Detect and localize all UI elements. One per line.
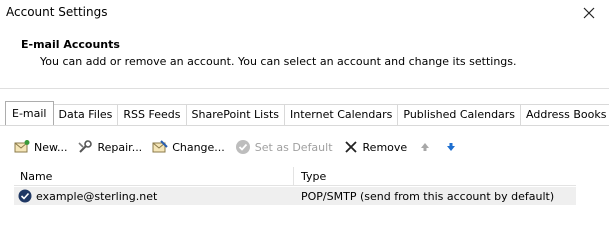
close-button[interactable] bbox=[578, 3, 600, 23]
header-divider bbox=[0, 88, 609, 89]
account-name-cell: example@sterling.net bbox=[36, 190, 158, 203]
arrow-down-icon bbox=[443, 139, 459, 155]
change-button-label: Change... bbox=[172, 140, 225, 154]
new-mail-icon bbox=[14, 139, 30, 155]
tab-email[interactable]: E-mail bbox=[5, 101, 54, 125]
set-default-button[interactable]: Set as Default bbox=[235, 139, 333, 155]
set-default-button-label: Set as Default bbox=[254, 140, 333, 154]
checkmark-circle-icon bbox=[235, 139, 251, 155]
table-row[interactable]: example@sterling.net POP/SMTP (send from… bbox=[14, 187, 576, 205]
account-type-cell: POP/SMTP (send from this account by defa… bbox=[301, 190, 555, 203]
close-icon bbox=[583, 7, 595, 19]
tab-published-calendars[interactable]: Published Calendars bbox=[397, 104, 522, 125]
tab-data-files[interactable]: Data Files bbox=[52, 104, 119, 125]
remove-button[interactable]: Remove bbox=[343, 139, 408, 155]
move-down-button[interactable] bbox=[443, 139, 463, 155]
tab-sharepoint-lists[interactable]: SharePoint Lists bbox=[185, 104, 286, 125]
tab-rss-feeds[interactable]: RSS Feeds bbox=[117, 104, 187, 125]
window-title: Account Settings bbox=[6, 5, 108, 19]
title-bar: Account Settings bbox=[0, 0, 609, 28]
repair-button[interactable]: Repair... bbox=[77, 139, 142, 155]
tab-strip: E-mail Data Files RSS Feeds SharePoint L… bbox=[5, 101, 609, 125]
move-up-button[interactable] bbox=[417, 139, 437, 155]
new-button-label: New... bbox=[34, 140, 68, 154]
default-account-check-icon bbox=[18, 189, 32, 203]
change-button[interactable]: Change... bbox=[152, 139, 225, 155]
remove-x-icon bbox=[343, 139, 359, 155]
column-divider[interactable] bbox=[293, 167, 294, 185]
tab-panel-border bbox=[0, 125, 609, 126]
repair-button-label: Repair... bbox=[97, 140, 143, 154]
tab-internet-calendars[interactable]: Internet Calendars bbox=[284, 104, 399, 125]
new-button[interactable]: New... bbox=[14, 139, 67, 155]
column-header-type[interactable]: Type bbox=[301, 170, 326, 183]
arrow-up-icon bbox=[417, 139, 433, 155]
wrench-icon bbox=[77, 139, 93, 155]
toolbar: New... Repair... Change... Set as Defaul… bbox=[14, 137, 473, 157]
remove-button-label: Remove bbox=[362, 140, 408, 154]
tab-address-books[interactable]: Address Books bbox=[520, 104, 609, 125]
column-header-name[interactable]: Name bbox=[20, 170, 52, 183]
header-description: You can add or remove an account. You ca… bbox=[40, 55, 517, 68]
header-title: E-mail Accounts bbox=[21, 38, 120, 51]
dialog-header: E-mail Accounts You can add or remove an… bbox=[0, 28, 609, 88]
accounts-table-header: Name Type bbox=[14, 167, 576, 186]
change-account-icon bbox=[152, 139, 168, 155]
